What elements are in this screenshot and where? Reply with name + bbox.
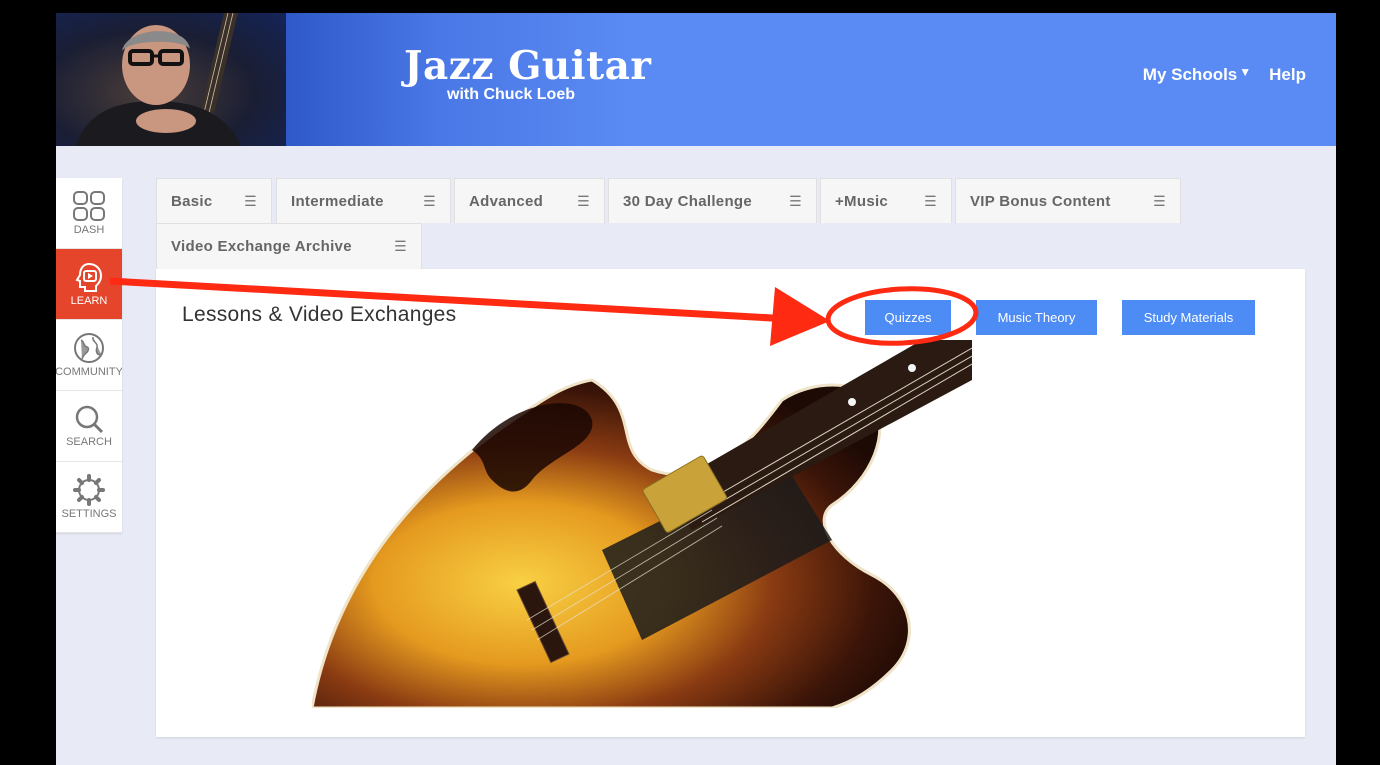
- music-theory-button[interactable]: Music Theory: [976, 300, 1097, 335]
- menu-icon[interactable]: ☰: [577, 193, 590, 210]
- tab-advanced[interactable]: Advanced ☰: [454, 178, 605, 223]
- sidebar-item-dash[interactable]: DASH: [56, 178, 122, 249]
- site-header: Jazz Guitar with Chuck Loeb My Schools ▼ …: [56, 13, 1336, 146]
- sidebar-item-settings[interactable]: SETTINGS: [56, 462, 122, 533]
- tab-label: 30 Day Challenge: [623, 192, 753, 210]
- tab-label: Video Exchange Archive: [171, 238, 352, 255]
- sidebar-item-label: DASH: [73, 224, 105, 236]
- tab-intermediate[interactable]: Intermediate ☰: [276, 178, 451, 223]
- globe-icon: [74, 333, 104, 363]
- my-schools-menu[interactable]: My Schools ▼: [1143, 65, 1251, 85]
- top-nav: My Schools ▼ Help: [1143, 65, 1306, 85]
- content-panel: Lessons & Video Exchanges Quizzes Music …: [156, 269, 1305, 737]
- help-link[interactable]: Help: [1269, 65, 1306, 85]
- study-materials-button[interactable]: Study Materials: [1122, 300, 1255, 335]
- tab-30-day-challenge[interactable]: 30 Day Challenge ☰: [608, 178, 817, 223]
- tab-label: VIP Bonus Content: [970, 192, 1111, 210]
- app-frame: Jazz Guitar with Chuck Loeb My Schools ▼ …: [56, 13, 1336, 765]
- tab-label: Advanced: [469, 192, 544, 210]
- menu-icon[interactable]: ☰: [244, 193, 257, 210]
- content-title: Lessons & Video Exchanges: [182, 303, 457, 326]
- site-title: Jazz Guitar: [404, 43, 652, 89]
- tab-vip-bonus-content[interactable]: VIP Bonus Content ☰: [955, 178, 1181, 223]
- sidebar-item-label: SEARCH: [66, 436, 112, 448]
- tab-basic[interactable]: Basic ☰: [156, 178, 272, 223]
- my-schools-label: My Schools: [1142, 65, 1238, 84]
- sidebar-item-learn[interactable]: LEARN: [56, 249, 122, 320]
- site-subtitle: with Chuck Loeb: [447, 86, 575, 103]
- search-icon: [75, 405, 104, 434]
- sidebar-item-label: SETTINGS: [61, 508, 117, 520]
- sidebar: DASH LEARN COMMUNITY SEARCH SETTINGS: [56, 178, 122, 533]
- instructor-photo: [56, 13, 286, 146]
- tab-music[interactable]: +Music ☰: [820, 178, 952, 223]
- menu-icon[interactable]: ☰: [394, 238, 407, 255]
- menu-icon[interactable]: ☰: [1153, 193, 1166, 210]
- tab-video-exchange-archive[interactable]: Video Exchange Archive ☰: [156, 223, 422, 269]
- learn-icon: [75, 262, 103, 292]
- sidebar-item-label: LEARN: [70, 295, 108, 307]
- caret-down-icon: ▼: [1239, 65, 1252, 79]
- menu-icon[interactable]: ☰: [789, 193, 802, 210]
- tab-label: +Music: [835, 192, 889, 210]
- menu-icon[interactable]: ☰: [924, 193, 937, 210]
- tab-label: Basic: [171, 192, 213, 210]
- grid-icon: [73, 191, 105, 221]
- guitar-image: [312, 340, 972, 708]
- sidebar-item-label: COMMUNITY: [56, 366, 122, 378]
- sidebar-item-search[interactable]: SEARCH: [56, 391, 122, 462]
- gear-icon: [73, 474, 105, 506]
- quizzes-button[interactable]: Quizzes: [865, 300, 951, 335]
- menu-icon[interactable]: ☰: [423, 193, 436, 210]
- sidebar-item-community[interactable]: COMMUNITY: [56, 320, 122, 391]
- tab-label: Intermediate: [291, 192, 384, 210]
